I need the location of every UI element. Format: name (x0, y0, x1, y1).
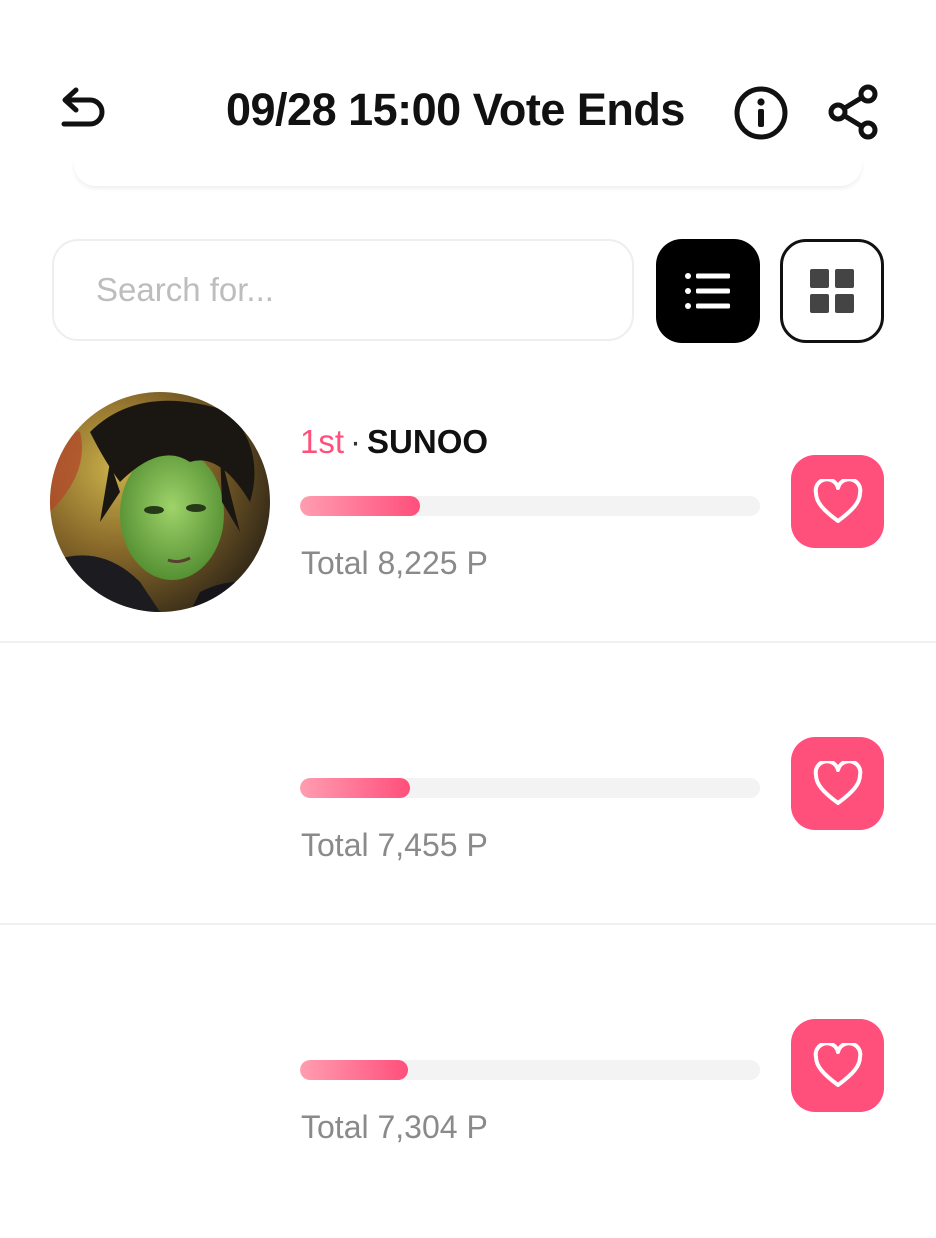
vote-progress-fill (300, 1060, 409, 1080)
candidate-row: Total 7,304 P (0, 956, 936, 1238)
row-divider (0, 641, 936, 643)
candidate-rank-line: 1st · SUNOO (300, 422, 488, 462)
vote-button[interactable] (791, 455, 884, 548)
grid-icon (810, 269, 854, 313)
vote-progress-bar (300, 496, 760, 516)
vote-button[interactable] (791, 1019, 884, 1112)
back-button[interactable] (52, 80, 112, 140)
heart-icon (813, 478, 862, 523)
share-icon (828, 84, 878, 140)
vote-progress-bar (300, 778, 760, 798)
avatar (50, 392, 270, 612)
candidate-row: Total 7,455 P (0, 674, 936, 956)
list-view-button[interactable] (656, 239, 760, 343)
vote-progress-bar (300, 1060, 760, 1080)
vote-progress-fill (300, 778, 411, 798)
vote-total: Total 7,304 P (301, 1109, 488, 1145)
vote-total: Total 7,455 P (301, 827, 488, 863)
header-card-edge (74, 160, 862, 186)
vote-button[interactable] (791, 737, 884, 830)
info-button[interactable] (730, 82, 792, 144)
share-button[interactable] (822, 80, 886, 144)
page-title: 09/28 15:00 Vote Ends (226, 84, 685, 135)
list-icon (685, 273, 730, 309)
grid-view-button[interactable] (780, 239, 884, 343)
info-circle-icon (734, 86, 788, 140)
heart-icon (813, 1042, 862, 1087)
search-box (52, 239, 634, 341)
heart-icon (813, 760, 862, 805)
candidate-name: SUNOO (367, 423, 489, 460)
search-input[interactable] (96, 241, 616, 339)
vote-total: Total 8,225 P (301, 545, 488, 581)
header: 09/28 15:00 Vote Ends (0, 0, 936, 200)
row-divider (0, 923, 936, 925)
candidate-row: 1st · SUNOO Total 8,225 P (0, 392, 936, 674)
vote-progress-fill (300, 496, 420, 516)
undo-arrow-icon (61, 87, 105, 127)
rank-label: 1st (300, 423, 345, 460)
rank-separator: · (350, 423, 362, 460)
